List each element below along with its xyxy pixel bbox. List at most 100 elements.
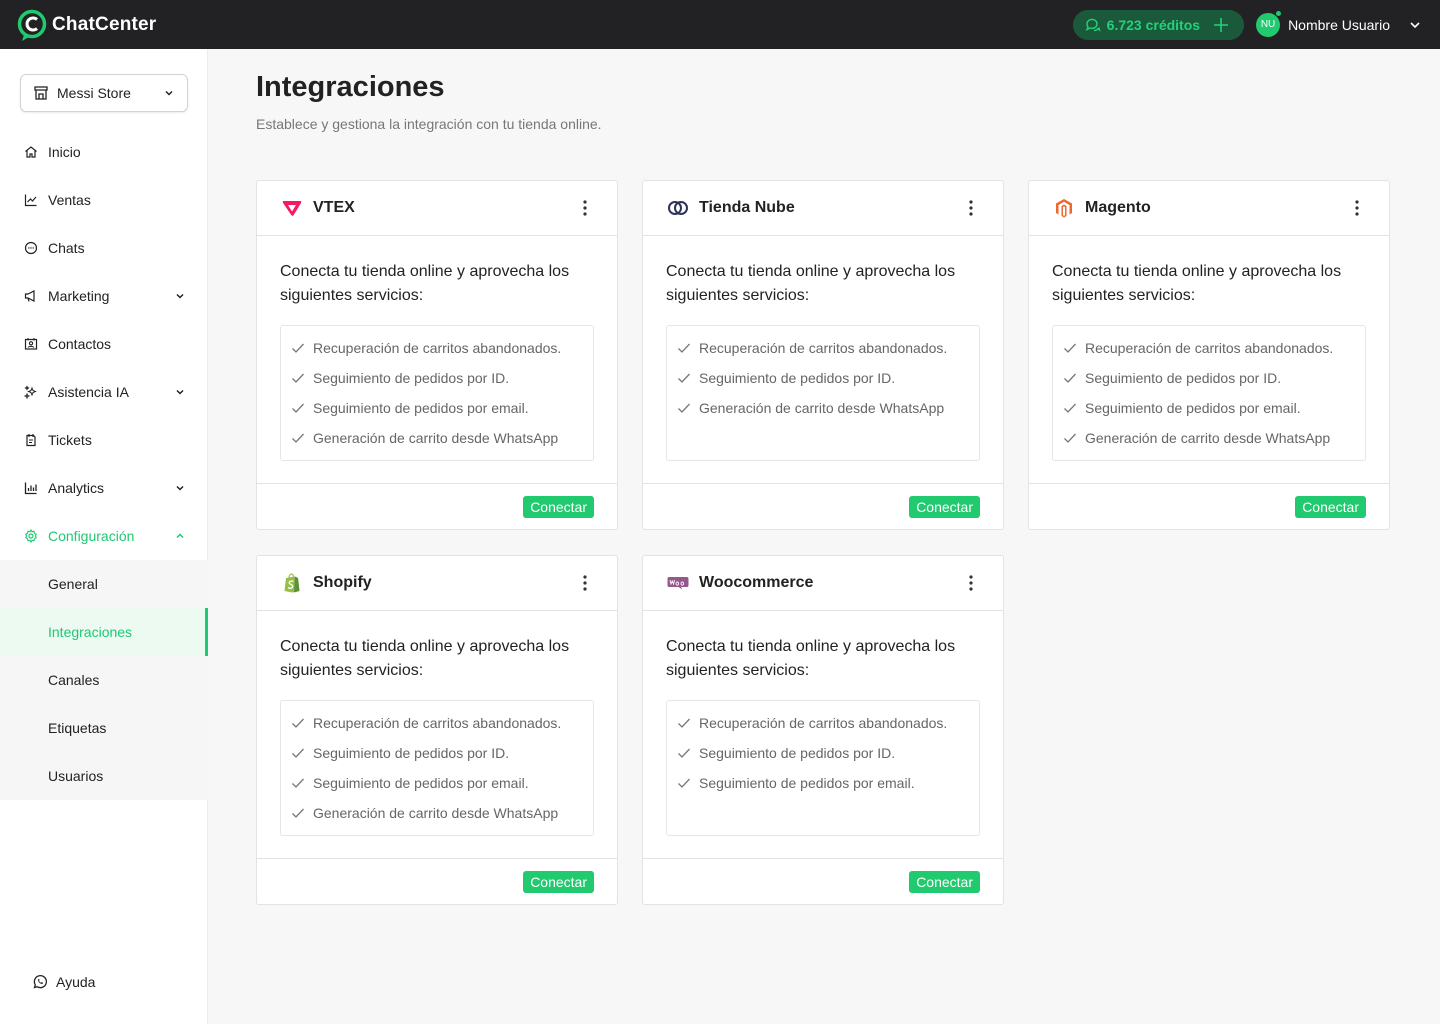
connect-button[interactable]: Conectar [1295, 495, 1366, 518]
check-icon [292, 373, 304, 383]
magento-logo-icon [1053, 197, 1075, 219]
brand-name: ChatCenter [52, 13, 157, 35]
user-menu[interactable]: NU Nombre Usuario [1256, 9, 1424, 37]
integration-card-magento: Magento Conecta tu tienda online y aprov… [1028, 180, 1390, 530]
more-options-icon[interactable] [961, 573, 981, 593]
connect-button[interactable]: Conectar [909, 495, 980, 518]
brand[interactable]: ChatCenter [16, 8, 156, 42]
chevron-down-icon [165, 90, 173, 96]
sidebar-nav: Inicio Ventas Chats Marketing Contactos … [0, 128, 208, 800]
chevron-down-icon [1410, 21, 1420, 28]
store-name: Messi Store [57, 85, 131, 101]
chat-icon [24, 241, 38, 255]
card-description: Conecta tu tienda online y aprovecha los… [280, 638, 570, 679]
sparkles-icon [24, 385, 38, 399]
help-link[interactable]: Ayuda [32, 974, 95, 990]
sidebar-item-marketing[interactable]: Marketing [0, 272, 208, 320]
chevron-down-icon [176, 293, 184, 299]
check-icon [292, 343, 304, 353]
sidebar-item-contactos[interactable]: Contactos [0, 320, 208, 368]
top-bar: ChatCenter 6.723 créditos NU Nombre Usua… [0, 0, 1440, 49]
store-selector[interactable]: Messi Store [20, 74, 188, 112]
megaphone-icon [24, 289, 38, 303]
gear-icon [24, 529, 38, 543]
check-icon [292, 718, 304, 728]
avatar: NU [1256, 9, 1283, 37]
service-item: Seguimiento de pedidos por ID. [291, 363, 583, 393]
card-title: Tienda Nube [699, 199, 795, 216]
connect-button[interactable]: Conectar [523, 870, 594, 893]
sidebar-item-tickets[interactable]: Tickets [0, 416, 208, 464]
sidebar-subitem-canales[interactable]: Canales [0, 656, 208, 704]
integration-card-vtex: VTEX Conecta tu tienda online y aprovech… [256, 180, 618, 530]
bar-chart-icon [24, 481, 38, 495]
sidebar-item-asistencia-ia[interactable]: Asistencia IA [0, 368, 208, 416]
service-item: Seguimiento de pedidos por ID. [677, 363, 969, 393]
check-icon [292, 748, 304, 758]
vtex-logo-icon [281, 197, 303, 219]
more-options-icon[interactable] [1347, 198, 1367, 218]
more-options-icon[interactable] [575, 198, 595, 218]
card-title: VTEX [313, 199, 355, 216]
service-item: Seguimiento de pedidos por email. [291, 393, 583, 423]
check-icon [1064, 403, 1076, 413]
service-item: Recuperación de carritos abandonados. [677, 333, 969, 363]
more-options-icon[interactable] [575, 573, 595, 593]
woocommerce-logo-icon [667, 572, 689, 594]
sidebar-item-ventas[interactable]: Ventas [0, 176, 208, 224]
card-description: Conecta tu tienda online y aprovecha los… [666, 263, 956, 304]
chat-bubbles-icon [1085, 18, 1101, 32]
sidebar: Messi Store Inicio Ventas Chats Marketin… [0, 49, 208, 1024]
contacts-icon [24, 337, 38, 351]
plus-icon[interactable] [1212, 16, 1230, 34]
check-icon [292, 433, 304, 443]
service-item: Generación de carrito desde WhatsApp [677, 393, 969, 423]
sidebar-item-configuracion[interactable]: Configuración [0, 512, 208, 560]
connect-button[interactable]: Conectar [909, 870, 980, 893]
check-icon [292, 808, 304, 818]
card-description: Conecta tu tienda online y aprovecha los… [1052, 263, 1342, 304]
check-icon [678, 373, 690, 383]
chevron-down-icon [176, 485, 184, 491]
more-options-icon[interactable] [961, 198, 981, 218]
chart-line-icon [24, 193, 38, 207]
check-icon [678, 343, 690, 353]
check-icon [1064, 343, 1076, 353]
service-item: Recuperación de carritos abandonados. [291, 708, 583, 738]
sidebar-subitem-usuarios[interactable]: Usuarios [0, 752, 208, 800]
credits-label: 6.723 créditos [1106, 16, 1201, 33]
integration-card-tienda-nube: Tienda Nube Conecta tu tienda online y a… [642, 180, 1004, 530]
services-list: Recuperación de carritos abandonados. Se… [666, 700, 980, 836]
chevron-up-icon [176, 533, 184, 539]
services-list: Recuperación de carritos abandonados. Se… [666, 325, 980, 461]
sidebar-item-analytics[interactable]: Analytics [0, 464, 208, 512]
sidebar-subitem-etiquetas[interactable]: Etiquetas [0, 704, 208, 752]
card-title: Woocommerce [699, 574, 814, 591]
chatcenter-logo-icon [17, 9, 47, 41]
sidebar-subitem-integraciones[interactable]: Integraciones [0, 608, 208, 656]
credits-button[interactable]: 6.723 créditos [1072, 9, 1245, 40]
services-list: Recuperación de carritos abandonados. Se… [280, 700, 594, 836]
service-item: Seguimiento de pedidos por ID. [677, 738, 969, 768]
sidebar-item-chats[interactable]: Chats [0, 224, 208, 272]
service-item: Recuperación de carritos abandonados. [677, 708, 969, 738]
card-description: Conecta tu tienda online y aprovecha los… [280, 263, 570, 304]
card-title: Shopify [313, 574, 372, 591]
check-icon [678, 718, 690, 728]
service-item: Seguimiento de pedidos por email. [677, 768, 969, 798]
card-title: Magento [1085, 199, 1151, 216]
online-status-dot [1275, 9, 1283, 17]
sidebar-item-inicio[interactable]: Inicio [0, 128, 208, 176]
whatsapp-icon [33, 975, 47, 989]
store-icon [34, 86, 48, 100]
connect-button[interactable]: Conectar [523, 495, 594, 518]
services-list: Recuperación de carritos abandonados. Se… [280, 325, 594, 461]
integration-card-woocommerce: Woocommerce Conecta tu tienda online y a… [642, 555, 1004, 905]
ticket-icon [24, 433, 38, 447]
check-icon [292, 778, 304, 788]
sidebar-subitem-general[interactable]: General [0, 560, 208, 608]
check-icon [1064, 373, 1076, 383]
service-item: Seguimiento de pedidos por email. [291, 768, 583, 798]
check-icon [1064, 433, 1076, 443]
check-icon [678, 778, 690, 788]
